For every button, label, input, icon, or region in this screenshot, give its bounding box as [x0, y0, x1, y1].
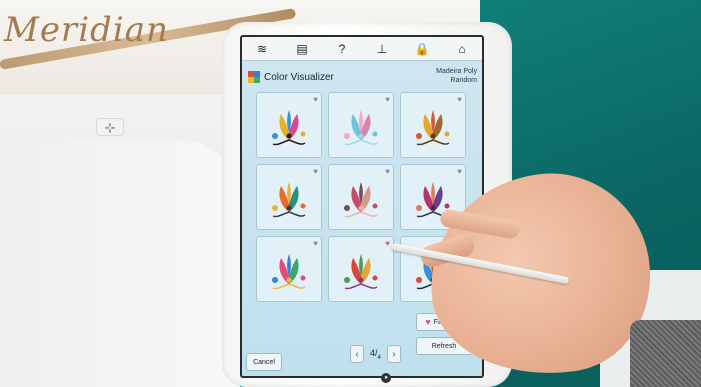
stitch-icon[interactable]: ⊥ [373, 42, 391, 56]
floral-design-icon [344, 253, 378, 289]
favorite-heart-icon[interactable]: ♥ [457, 167, 462, 176]
sweater-sleeve [630, 320, 701, 387]
page-indicator: 4/4 [370, 347, 381, 361]
favorite-heart-icon[interactable]: ♥ [385, 239, 390, 248]
design-thumbnail[interactable]: ♥ [328, 236, 394, 302]
current-page: 4 [370, 347, 376, 358]
machine-lower-body [0, 140, 240, 387]
pager: ‹ 4/4 › [350, 345, 401, 363]
favorite-heart-icon[interactable]: ♥ [385, 95, 390, 104]
page-title: Color Visualizer [264, 71, 334, 83]
floral-design-icon [272, 109, 306, 145]
color-visualizer-logo-icon [248, 71, 260, 83]
thread-brand: Madeira Poly [436, 68, 477, 75]
design-thumbnail[interactable]: ♥ [328, 92, 394, 158]
next-page-button[interactable]: › [386, 345, 401, 363]
design-thumbnail[interactable]: ♥ [256, 164, 322, 230]
document-icon[interactable]: ▤ [293, 42, 311, 56]
floral-design-icon [344, 181, 378, 217]
thread-info: Madeira Poly Random [436, 67, 477, 85]
floral-design-icon [344, 109, 378, 145]
favorite-heart-icon[interactable]: ♥ [313, 239, 318, 248]
favorite-heart-icon[interactable]: ♥ [313, 95, 318, 104]
cancel-button[interactable]: Cancel [246, 353, 282, 371]
color-mode: Random [450, 77, 477, 84]
screen-home-button[interactable]: ● [381, 373, 391, 383]
favorite-heart-icon[interactable]: ♥ [385, 167, 390, 176]
floral-design-icon [272, 253, 306, 289]
prev-page-button[interactable]: ‹ [350, 345, 364, 363]
help-icon[interactable]: ? [333, 42, 351, 56]
favorite-heart-icon[interactable]: ♥ [313, 167, 318, 176]
design-thumbnail[interactable]: ♥ [328, 164, 394, 230]
needle-button-icon[interactable]: ⊹ [96, 118, 124, 136]
status-bar: ≋ ▤ ? ⊥ 🔒 ⌂ [242, 37, 482, 61]
home-icon[interactable]: ⌂ [453, 42, 471, 56]
floral-design-icon [416, 109, 450, 145]
floral-design-icon [272, 181, 306, 217]
design-thumbnail[interactable]: ♥ [400, 92, 466, 158]
lock-icon[interactable]: 🔒 [413, 42, 431, 56]
favorite-heart-icon[interactable]: ♥ [457, 95, 462, 104]
logo-square-green [254, 77, 260, 83]
wifi-icon[interactable]: ≋ [253, 42, 271, 56]
app-header: Color Visualizer [248, 71, 334, 83]
heart-icon: ♥ [425, 317, 431, 327]
design-thumbnail[interactable]: ♥ [256, 92, 322, 158]
total-pages: 4 [377, 354, 381, 361]
design-thumbnail[interactable]: ♥ [256, 236, 322, 302]
machine-brand-text: Meridian [4, 10, 169, 50]
